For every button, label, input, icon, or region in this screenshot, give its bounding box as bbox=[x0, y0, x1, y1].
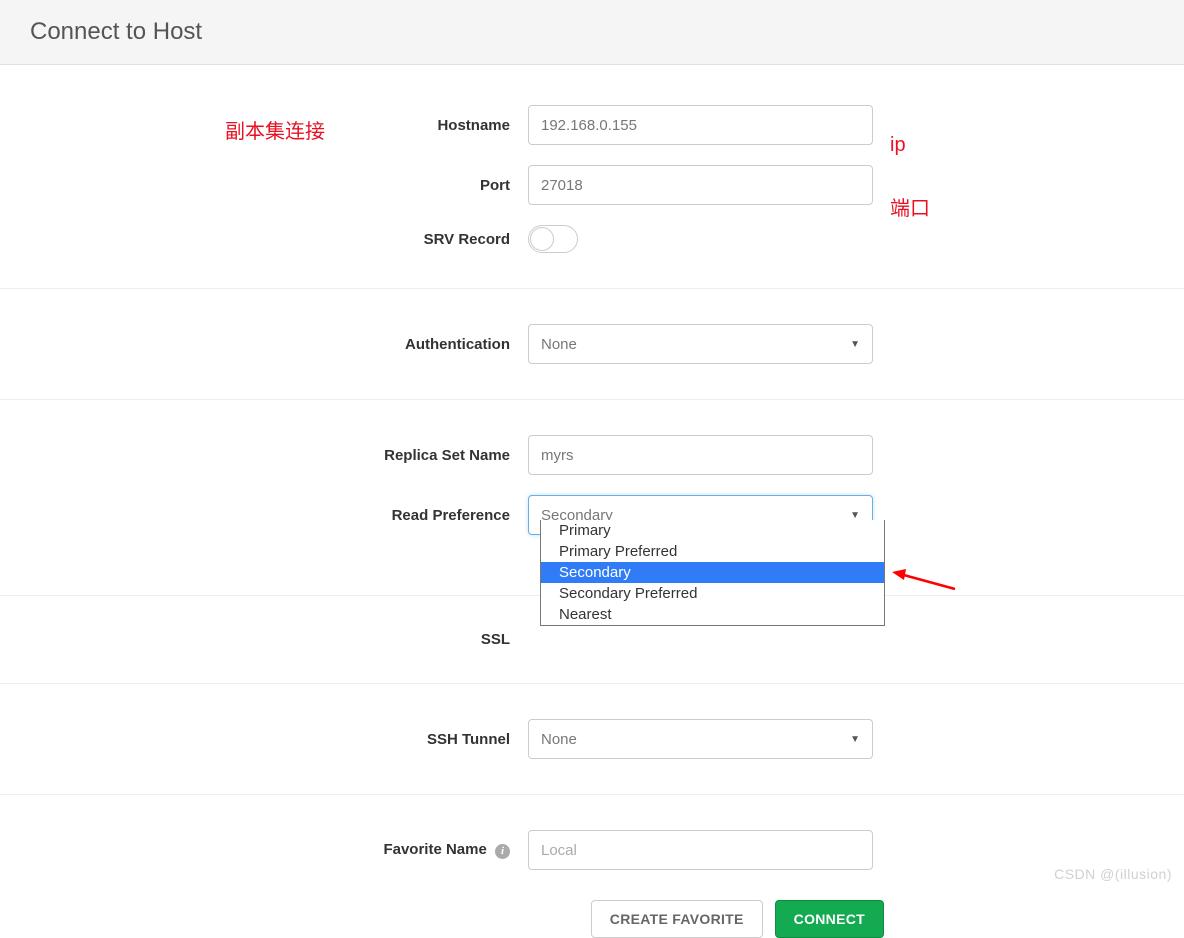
header: Connect to Host bbox=[0, 0, 1184, 65]
favorite-name-row: Favorite Name i bbox=[0, 820, 1184, 880]
divider bbox=[0, 399, 1184, 400]
divider bbox=[0, 794, 1184, 795]
toggle-handle bbox=[530, 227, 554, 251]
dropdown-item-secondary-preferred[interactable]: Secondary Preferred bbox=[541, 583, 884, 604]
create-favorite-button[interactable]: CREATE FAVORITE bbox=[591, 900, 763, 938]
ssh-tunnel-value: None bbox=[541, 731, 577, 748]
ssh-tunnel-label: SSH Tunnel bbox=[0, 731, 528, 748]
connect-form: Hostname Port SRV Record Authentication … bbox=[0, 65, 1184, 938]
dropdown-item-primary[interactable]: Primary bbox=[541, 520, 884, 541]
hostname-label: Hostname bbox=[0, 117, 528, 134]
chevron-down-icon: ▼ bbox=[850, 339, 860, 350]
divider bbox=[0, 683, 1184, 684]
hostname-row: Hostname bbox=[0, 95, 1184, 155]
auth-row: Authentication None ▼ bbox=[0, 314, 1184, 374]
divider bbox=[0, 288, 1184, 289]
ssl-label: SSL bbox=[0, 631, 528, 648]
ssh-tunnel-select[interactable]: None ▼ bbox=[528, 719, 873, 759]
replica-set-input[interactable] bbox=[528, 435, 873, 475]
auth-value: None bbox=[541, 336, 577, 353]
port-row: Port bbox=[0, 155, 1184, 215]
srv-row: SRV Record bbox=[0, 215, 1184, 263]
connect-button[interactable]: CONNECT bbox=[775, 900, 884, 938]
replica-set-row: Replica Set Name bbox=[0, 425, 1184, 485]
ssh-tunnel-row: SSH Tunnel None ▼ bbox=[0, 709, 1184, 769]
page-title: Connect to Host bbox=[30, 18, 1154, 46]
read-pref-label: Read Preference bbox=[0, 507, 528, 524]
dropdown-item-primary-preferred[interactable]: Primary Preferred bbox=[541, 541, 884, 562]
favorite-name-label: Favorite Name i bbox=[0, 841, 528, 859]
replica-set-label: Replica Set Name bbox=[0, 447, 528, 464]
chevron-down-icon: ▼ bbox=[850, 510, 860, 521]
dropdown-item-nearest[interactable]: Nearest bbox=[541, 604, 884, 625]
button-row: CREATE FAVORITE CONNECT bbox=[0, 880, 1184, 938]
hostname-input[interactable] bbox=[528, 105, 873, 145]
ssl-row: SSL bbox=[0, 621, 1184, 658]
info-icon: i bbox=[495, 844, 510, 859]
favorite-name-input[interactable] bbox=[528, 830, 873, 870]
watermark: CSDN @(illusion) bbox=[1054, 866, 1172, 882]
dropdown-item-secondary[interactable]: Secondary bbox=[541, 562, 884, 583]
port-input[interactable] bbox=[528, 165, 873, 205]
read-pref-dropdown: Primary Primary Preferred Secondary Seco… bbox=[540, 520, 885, 626]
port-label: Port bbox=[0, 177, 528, 194]
chevron-down-icon: ▼ bbox=[850, 734, 860, 745]
auth-label: Authentication bbox=[0, 336, 528, 353]
arrow-annotation-icon bbox=[890, 564, 960, 599]
auth-select[interactable]: None ▼ bbox=[528, 324, 873, 364]
srv-label: SRV Record bbox=[0, 231, 528, 248]
srv-toggle[interactable] bbox=[528, 225, 578, 253]
